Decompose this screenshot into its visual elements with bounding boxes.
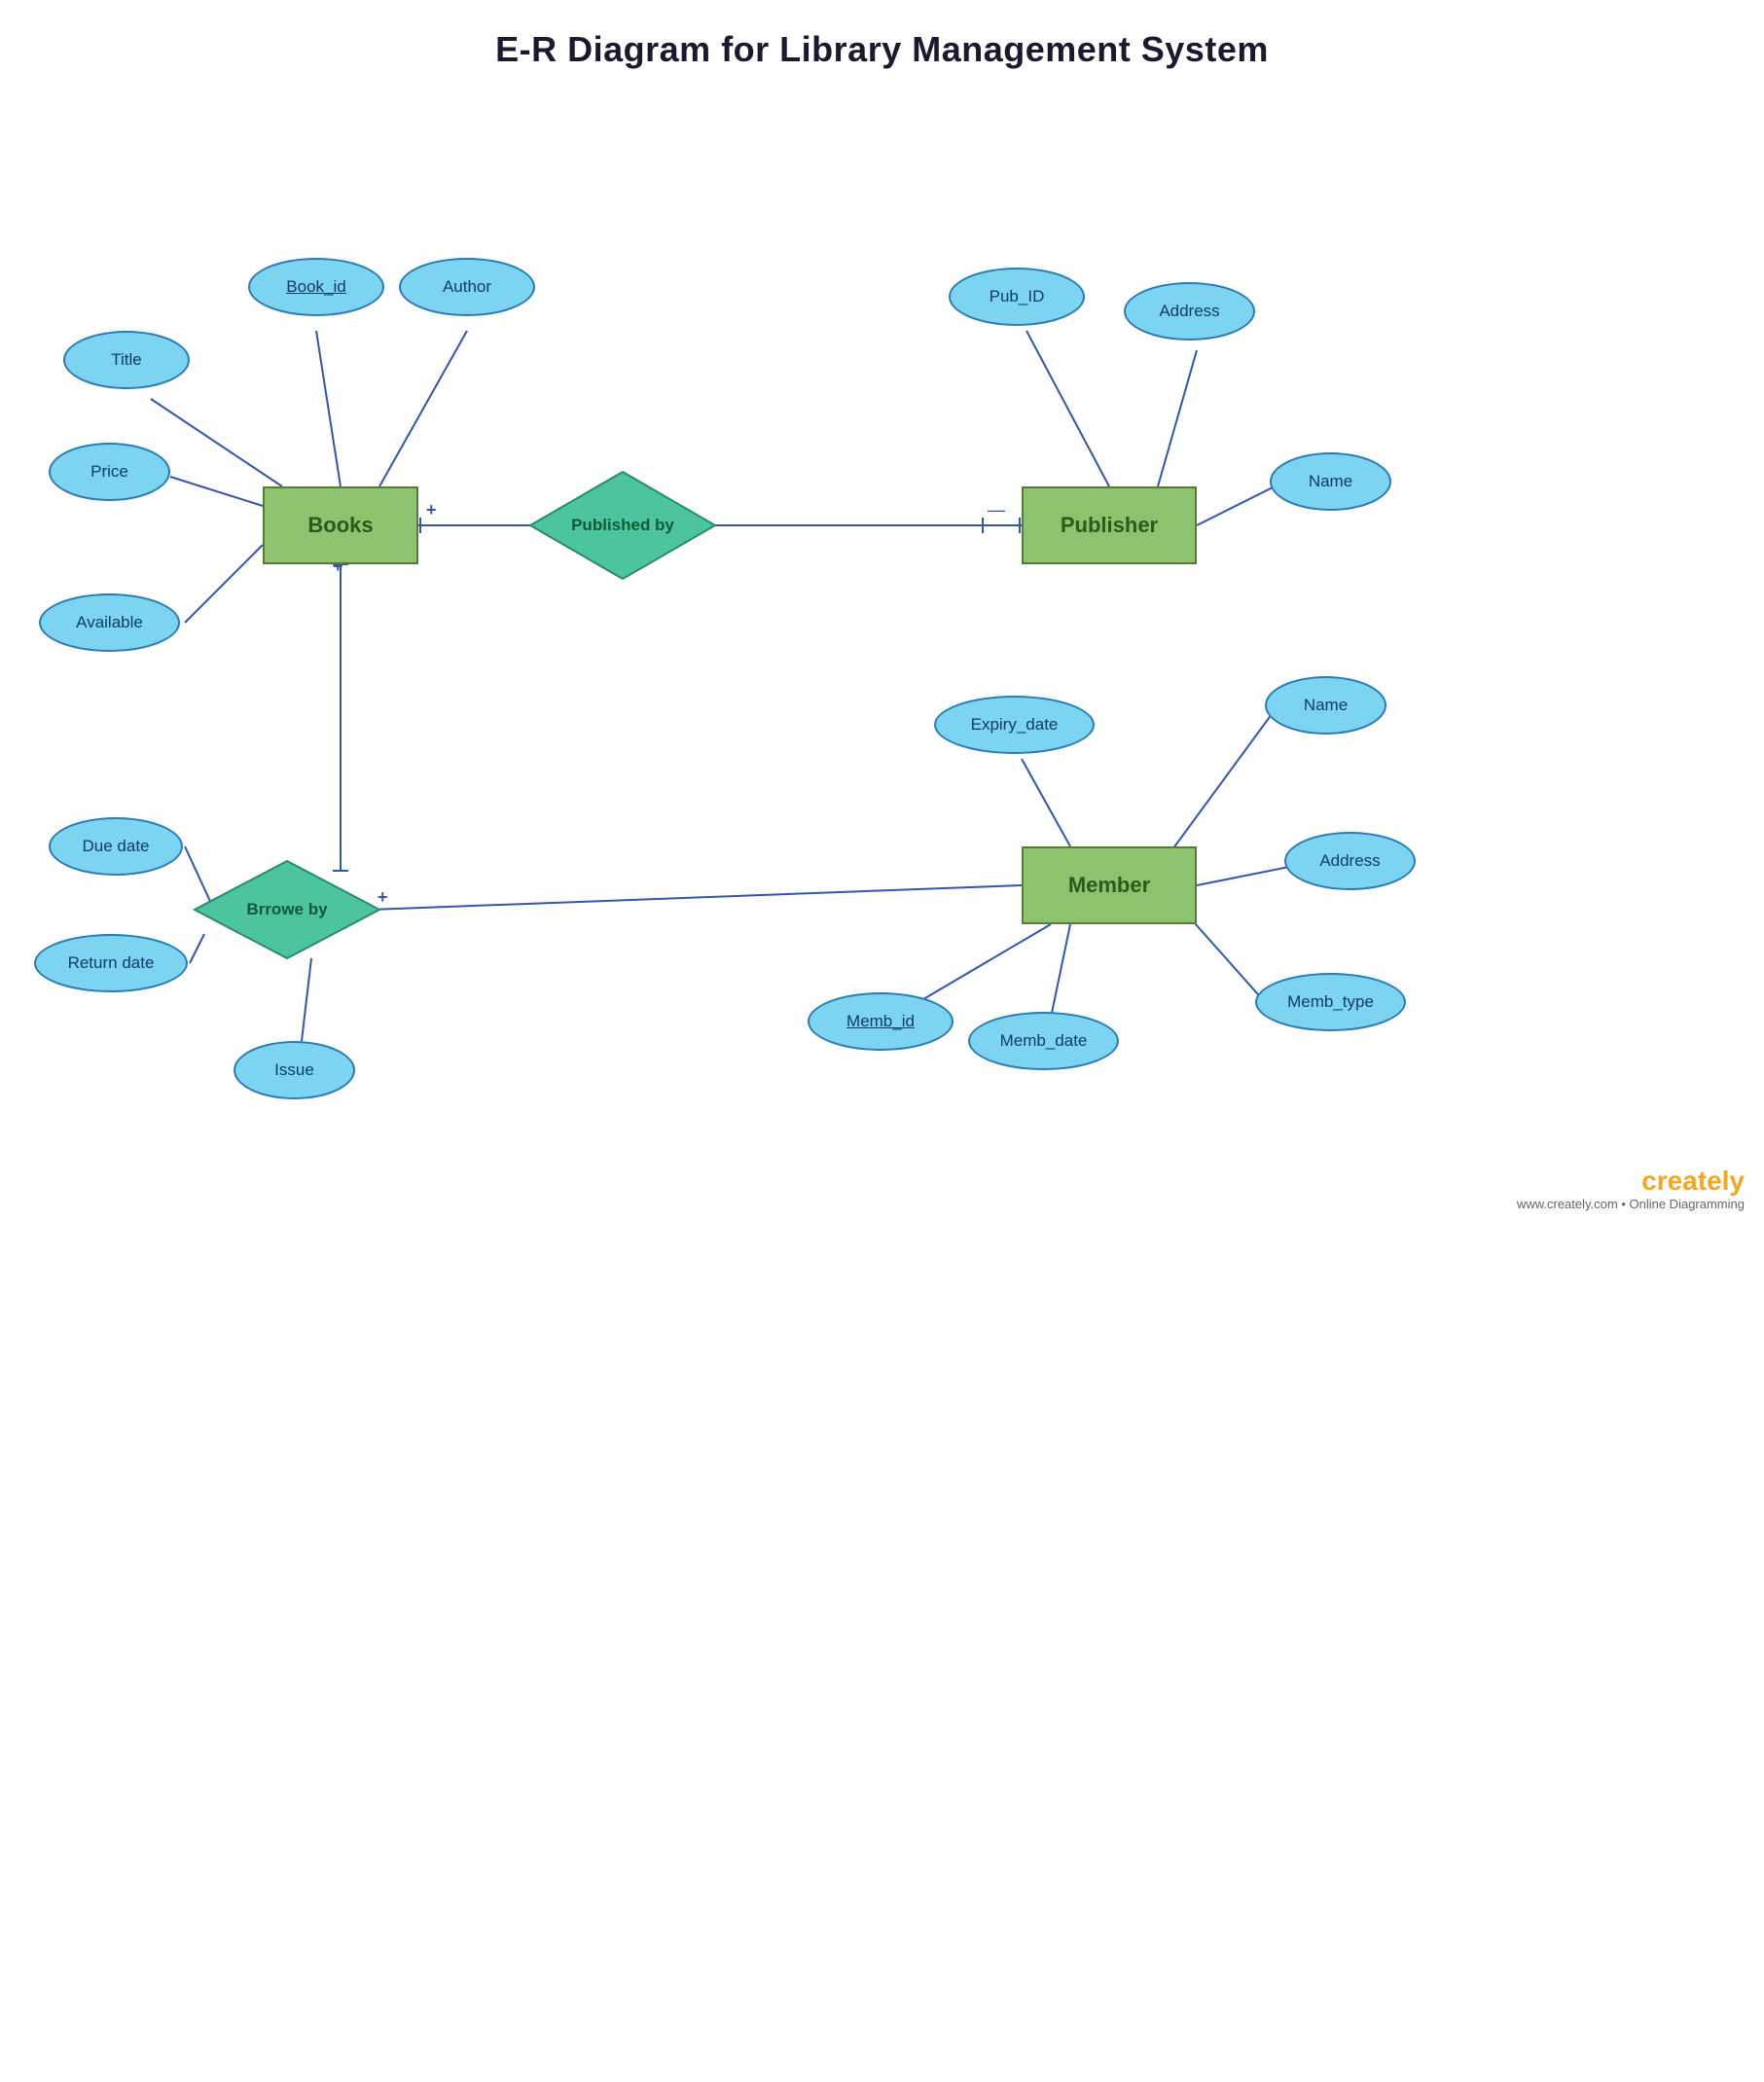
attr-pub-id: Pub_ID	[949, 268, 1085, 326]
attr-memb-id: Memb_id	[808, 992, 954, 1051]
entity-publisher: Publisher	[1022, 486, 1197, 564]
svg-text:—: —	[988, 500, 1005, 520]
attr-pub-name: Name	[1270, 452, 1391, 511]
attr-memb-type: Memb_type	[1255, 973, 1406, 1031]
attr-price: Price	[49, 443, 170, 501]
attr-return-date: Return date	[34, 934, 188, 992]
entity-member: Member	[1022, 846, 1197, 924]
attr-due-date: Due date	[49, 817, 183, 876]
attr-mem-address: Address	[1284, 832, 1416, 890]
attr-title: Title	[63, 331, 190, 389]
attr-memb-date: Memb_date	[968, 1012, 1119, 1070]
attr-expiry-date: Expiry_date	[934, 696, 1095, 754]
relationship-published-by: Published by	[525, 467, 720, 584]
watermark-brand: creately	[1517, 1166, 1745, 1197]
attr-available: Available	[39, 593, 180, 652]
connections-svg: + — + +	[0, 78, 1764, 1304]
attr-issue: Issue	[234, 1041, 355, 1099]
diagram-title: E-R Diagram for Library Management Syste…	[0, 0, 1764, 70]
svg-text:+: +	[426, 500, 437, 520]
svg-text:Brrowe by: Brrowe by	[246, 900, 328, 918]
attr-book-id: Book_id	[248, 258, 384, 316]
attr-author: Author	[399, 258, 535, 316]
svg-text:Published by: Published by	[571, 516, 674, 534]
watermark-tagline: www.creately.com • Online Diagramming	[1517, 1197, 1745, 1211]
watermark: creately www.creately.com • Online Diagr…	[1517, 1166, 1745, 1211]
entity-books: Books	[263, 486, 418, 564]
relationship-brrowe-by: Brrowe by	[190, 856, 384, 963]
attr-pub-address: Address	[1124, 282, 1255, 341]
attr-mem-name: Name	[1265, 676, 1386, 735]
diagram-container: + — + + Books Publisher Member Published…	[0, 78, 1764, 1226]
